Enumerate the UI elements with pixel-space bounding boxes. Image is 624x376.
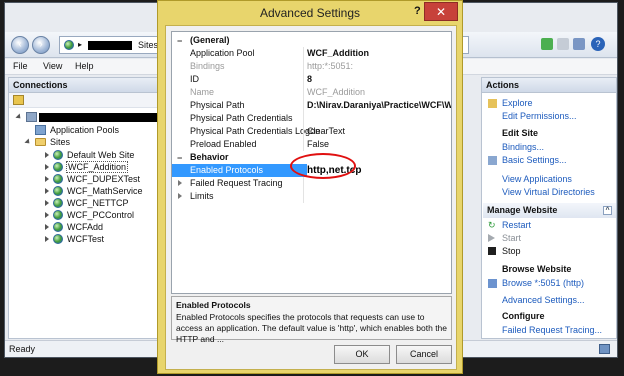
action-basic-settings[interactable]: Basic Settings... (502, 155, 567, 165)
status-text: Ready (9, 344, 36, 354)
globe-icon (53, 150, 63, 160)
action-advanced-settings[interactable]: Advanced Settings... (502, 295, 585, 305)
action-failed-tracing[interactable]: Failed Request Tracing... (502, 325, 602, 335)
stop-icon (488, 247, 496, 255)
server-icon (26, 112, 37, 122)
globe-icon (53, 186, 63, 196)
globe-icon (64, 40, 74, 50)
expand-arrow-icon[interactable] (45, 176, 49, 182)
prop-preload-enabled[interactable]: Preload Enabled False (172, 138, 451, 151)
expand-arrow-icon[interactable] (45, 236, 49, 242)
prop-bindings[interactable]: Bindings http:*:5051: (172, 60, 451, 73)
help-button[interactable]: ? (414, 5, 421, 17)
action-restart[interactable]: Restart (502, 220, 531, 230)
action-stop[interactable]: Stop (502, 246, 521, 256)
connect-icon[interactable] (13, 95, 24, 105)
expand-arrow-icon[interactable] (178, 180, 182, 186)
category-general[interactable]: − (General) (172, 34, 451, 47)
redacted-server-label (39, 113, 157, 122)
prop-limits[interactable]: Limits (172, 190, 451, 203)
action-explore[interactable]: Explore (502, 98, 533, 108)
menu-view[interactable]: View (43, 61, 62, 71)
actions-title: Actions (482, 78, 616, 93)
advanced-settings-dialog: Advanced Settings ? ✕ − (General) Applic… (157, 0, 463, 374)
app-pools-icon (35, 125, 46, 135)
description-title: Enabled Protocols (176, 300, 251, 310)
description-panel: Enabled Protocols Enabled Protocols spec… (171, 296, 452, 344)
breadcrumb-separator: ▸ (78, 40, 83, 49)
back-button[interactable]: ‹ (11, 36, 29, 54)
forward-button[interactable]: › (32, 36, 50, 54)
close-button[interactable]: ✕ (424, 2, 458, 21)
explore-icon (488, 99, 497, 108)
expand-arrow-icon[interactable] (45, 212, 49, 218)
prop-app-pool[interactable]: Application Pool WCF_Addition (172, 47, 451, 60)
expand-arrow-icon[interactable] (45, 200, 49, 206)
ok-button[interactable]: OK (334, 345, 390, 364)
manage-website-header: Manage Website ^ (483, 203, 616, 218)
action-view-applications[interactable]: View Applications (502, 174, 572, 184)
menu-file[interactable]: File (13, 61, 28, 71)
dialog-body: − (General) Application Pool WCF_Additio… (165, 25, 457, 370)
prop-physical-path-credentials[interactable]: Physical Path Credentials (172, 112, 451, 125)
prop-name[interactable]: Name WCF_Addition (172, 86, 451, 99)
redacted-server-name (88, 41, 132, 50)
configure-heading: Configure (502, 311, 545, 321)
action-view-virtual-dirs[interactable]: View Virtual Directories (502, 187, 595, 197)
browse-icon (488, 279, 497, 288)
globe-icon (53, 234, 63, 244)
prop-failed-request-tracing[interactable]: Failed Request Tracing (172, 177, 451, 190)
prop-physical-path[interactable]: Physical Path D:\Nirav.Daraniya\Practice… (172, 99, 451, 112)
globe-icon (53, 222, 63, 232)
globe-icon (53, 210, 63, 220)
actions-pane: Actions Explore Edit Permissions... Edit… (481, 77, 617, 339)
expand-arrow-icon[interactable] (45, 188, 49, 194)
browse-website-heading: Browse Website (502, 264, 572, 274)
settings-icon (488, 156, 497, 165)
globe-icon (53, 174, 63, 184)
action-edit-permissions[interactable]: Edit Permissions... (502, 111, 577, 121)
help-icon[interactable]: ? (591, 37, 605, 51)
action-bindings[interactable]: Bindings... (502, 142, 544, 152)
expand-arrow-icon[interactable] (24, 138, 32, 146)
folder-icon (35, 138, 46, 146)
home-icon[interactable] (573, 38, 585, 50)
collapse-icon[interactable]: ^ (603, 206, 612, 215)
globe-icon (53, 198, 63, 208)
expand-arrow-icon[interactable] (178, 193, 182, 199)
prop-physical-path-logon[interactable]: Physical Path Credentials Logon ClearTex… (172, 125, 451, 138)
edit-site-heading: Edit Site (502, 128, 539, 138)
connections-title: Connections (9, 78, 157, 93)
restart-icon: ↻ (488, 220, 496, 230)
tree-server[interactable] (15, 112, 157, 123)
menu-help[interactable]: Help (75, 61, 94, 71)
connections-pane: Connections Application Pools Sites Defa… (8, 77, 158, 339)
refresh-icon[interactable] (541, 38, 553, 50)
expand-arrow-icon[interactable] (45, 152, 49, 158)
action-browse[interactable]: Browse *:5051 (http) (502, 278, 584, 288)
expand-arrow-icon[interactable] (15, 113, 23, 121)
action-start[interactable]: Start (502, 233, 521, 243)
globe-icon (53, 162, 63, 172)
expand-arrow-icon[interactable] (45, 164, 49, 170)
breadcrumb-sites[interactable]: Sites (138, 40, 158, 50)
network-icon (599, 344, 610, 354)
description-text: Enabled Protocols specifies the protocol… (176, 312, 448, 344)
cancel-button[interactable]: Cancel (396, 345, 452, 364)
connections-toolbar (9, 93, 157, 108)
collapse-icon[interactable]: − (177, 153, 182, 163)
start-icon (488, 234, 495, 242)
expand-arrow-icon[interactable] (45, 224, 49, 230)
stop-icon[interactable] (557, 38, 569, 50)
prop-id[interactable]: ID 8 (172, 73, 451, 86)
annotation-ellipse (290, 153, 356, 179)
collapse-icon[interactable]: − (177, 36, 182, 46)
